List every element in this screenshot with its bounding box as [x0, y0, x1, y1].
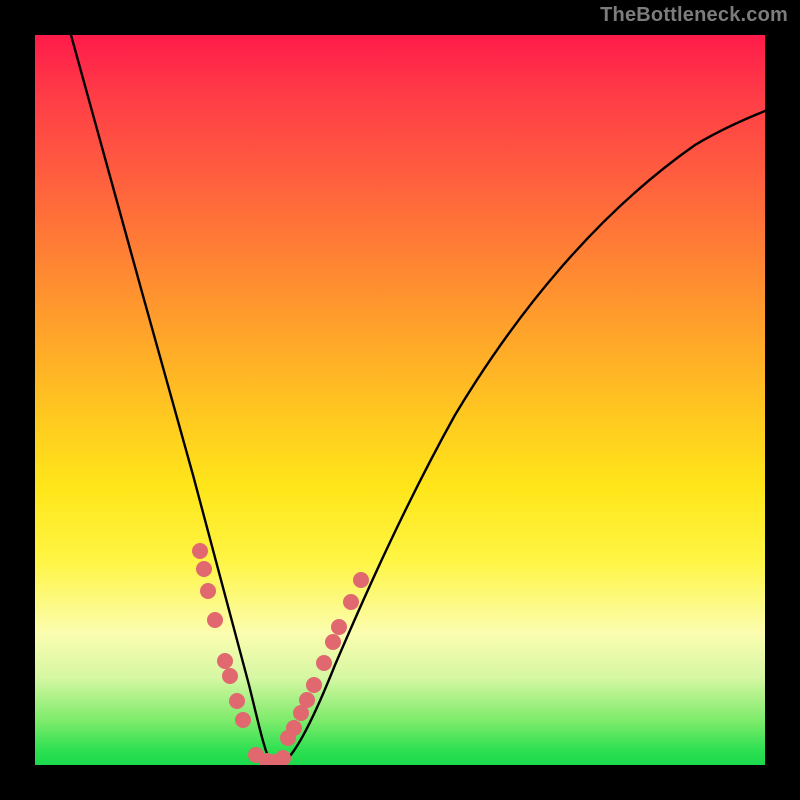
highlight-dots-bottom: [248, 747, 291, 765]
highlight-dots-left: [192, 543, 251, 728]
highlight-dots-right: [280, 572, 369, 746]
bottleneck-curve: [71, 35, 765, 763]
chart-frame: TheBottleneck.com: [0, 0, 800, 800]
watermark: TheBottleneck.com: [600, 4, 788, 27]
curve-layer: [35, 35, 765, 765]
plot-area: [35, 35, 765, 765]
